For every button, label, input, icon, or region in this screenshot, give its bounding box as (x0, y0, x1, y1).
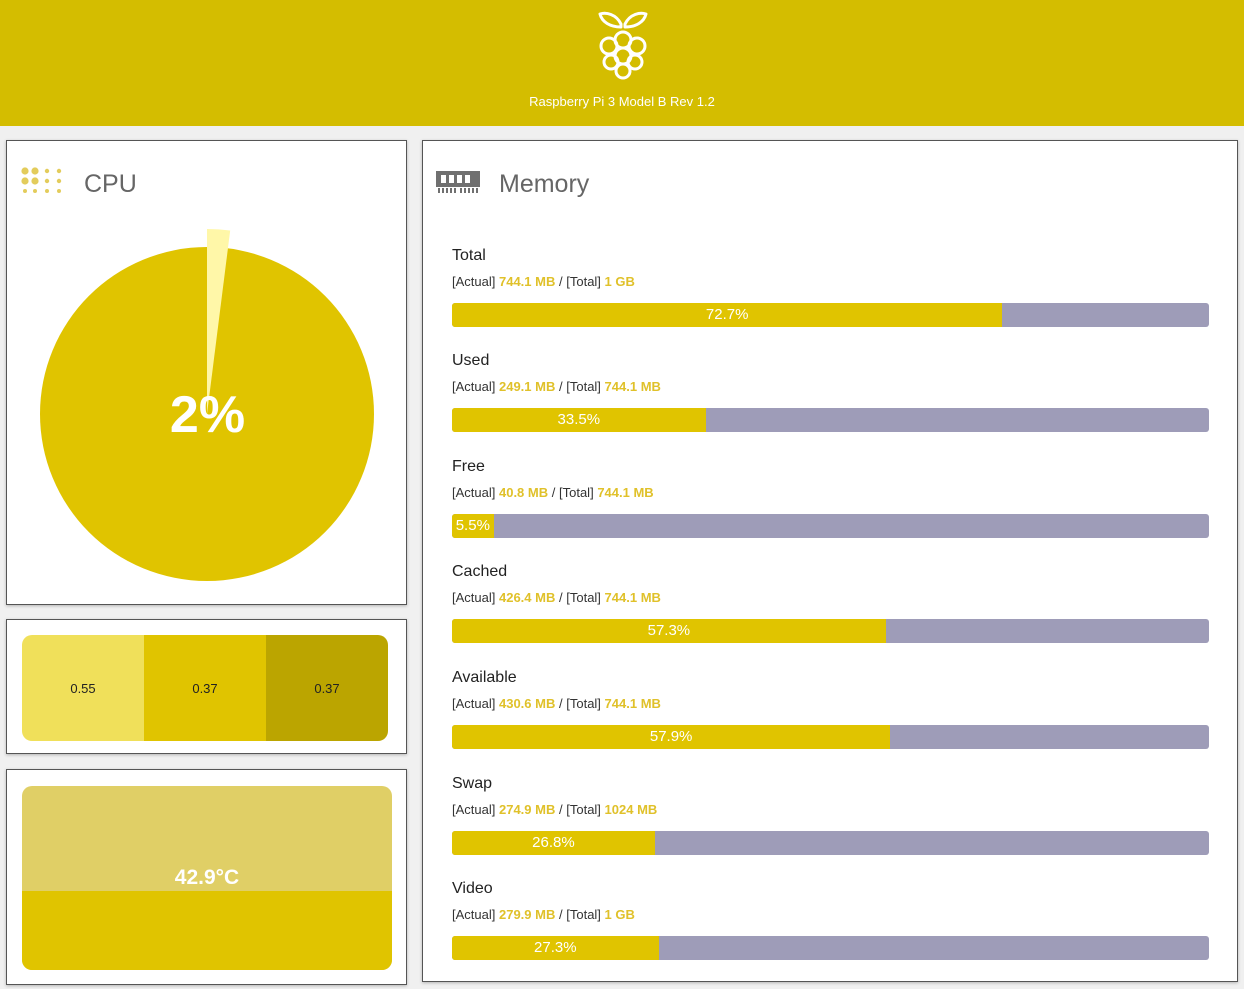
memory-item-swap: Swap [Actual] 274.9 MB / [Total] 1024 MB… (452, 775, 1209, 875)
memory-progress-bar: 26.8% (452, 831, 1209, 855)
memory-percent-label: 27.3% (534, 939, 577, 956)
cpu-card: CPU 2% (6, 140, 407, 605)
memory-percent-label: 72.7% (705, 306, 749, 323)
memory-item-detail: [Actual] 426.4 MB / [Total] 744.1 MB (452, 590, 661, 605)
temperature-gauge: 42.9°C (22, 786, 392, 970)
memory-item-video: Video [Actual] 279.9 MB / [Total] 1 GB 2… (452, 880, 1209, 980)
cpu-usage-label: 2% (169, 386, 246, 444)
memory-item-detail: [Actual] 40.8 MB / [Total] 744.1 MB (452, 485, 654, 500)
temperature-fill (22, 891, 392, 970)
cpu-pie-chart (40, 229, 374, 581)
memory-percent-label: 57.9% (649, 728, 693, 745)
memory-title: Memory (499, 170, 590, 198)
memory-item-free: Free [Actual] 40.8 MB / [Total] 744.1 MB… (452, 458, 1209, 558)
load-15min: 0.37 (266, 635, 388, 741)
memory-item-available: Available [Actual] 430.6 MB / [Total] 74… (452, 669, 1209, 769)
memory-item-name: Free (452, 458, 485, 475)
memory-item-detail: [Actual] 279.9 MB / [Total] 1 GB (452, 907, 635, 922)
memory-item-name: Cached (452, 563, 508, 580)
load-5min: 0.37 (144, 635, 266, 741)
memory-card: Memory Total [Actual] 744.1 MB / [Total]… (422, 140, 1238, 982)
memory-percent-label: 57.3% (647, 622, 691, 639)
memory-item-name: Swap (452, 775, 493, 792)
raspberry-pi-logo-icon (598, 11, 648, 80)
memory-item-total: Total [Actual] 744.1 MB / [Total] 1 GB 7… (452, 247, 1209, 347)
temperature-label: 42.9°C (174, 866, 240, 889)
memory-progress-bar: 57.3% (452, 619, 1209, 643)
device-title: Raspberry Pi 3 Model B Rev 1.2 (529, 94, 715, 109)
memory-percent-label: 33.5% (557, 411, 601, 428)
memory-item-name: Total (452, 247, 486, 264)
memory-progress-bar: 57.9% (452, 725, 1209, 749)
memory-progress-bar: 5.5% (452, 514, 1209, 538)
memory-item-detail: [Actual] 744.1 MB / [Total] 1 GB (452, 274, 635, 289)
memory-progress-bar: 27.3% (452, 936, 1209, 960)
memory-item-detail: [Actual] 274.9 MB / [Total] 1024 MB (452, 802, 658, 817)
memory-percent-label: 26.8% (532, 834, 575, 851)
memory-item-detail: [Actual] 430.6 MB / [Total] 744.1 MB (452, 696, 661, 711)
temperature-card: 42.9°C (6, 769, 407, 985)
memory-item-name: Video (452, 880, 493, 897)
ram-module-icon (436, 171, 480, 193)
memory-item-name: Available (452, 669, 517, 686)
memory-percent-label: 5.5% (455, 517, 490, 534)
memory-item-used: Used [Actual] 249.1 MB / [Total] 744.1 M… (452, 352, 1209, 452)
memory-item-name: Used (452, 352, 490, 369)
load-average-bar: 0.55 0.37 0.37 (22, 635, 388, 741)
memory-progress-bar: 33.5% (452, 408, 1209, 432)
memory-item-cached: Cached [Actual] 426.4 MB / [Total] 744.1… (452, 563, 1209, 663)
header: Raspberry Pi 3 Model B Rev 1.2 (0, 0, 1244, 126)
load-average-card: 0.55 0.37 0.37 (6, 619, 407, 754)
memory-progress-bar: 72.7% (452, 303, 1209, 327)
memory-item-detail: [Actual] 249.1 MB / [Total] 744.1 MB (452, 379, 661, 394)
load-1min: 0.55 (22, 635, 144, 741)
